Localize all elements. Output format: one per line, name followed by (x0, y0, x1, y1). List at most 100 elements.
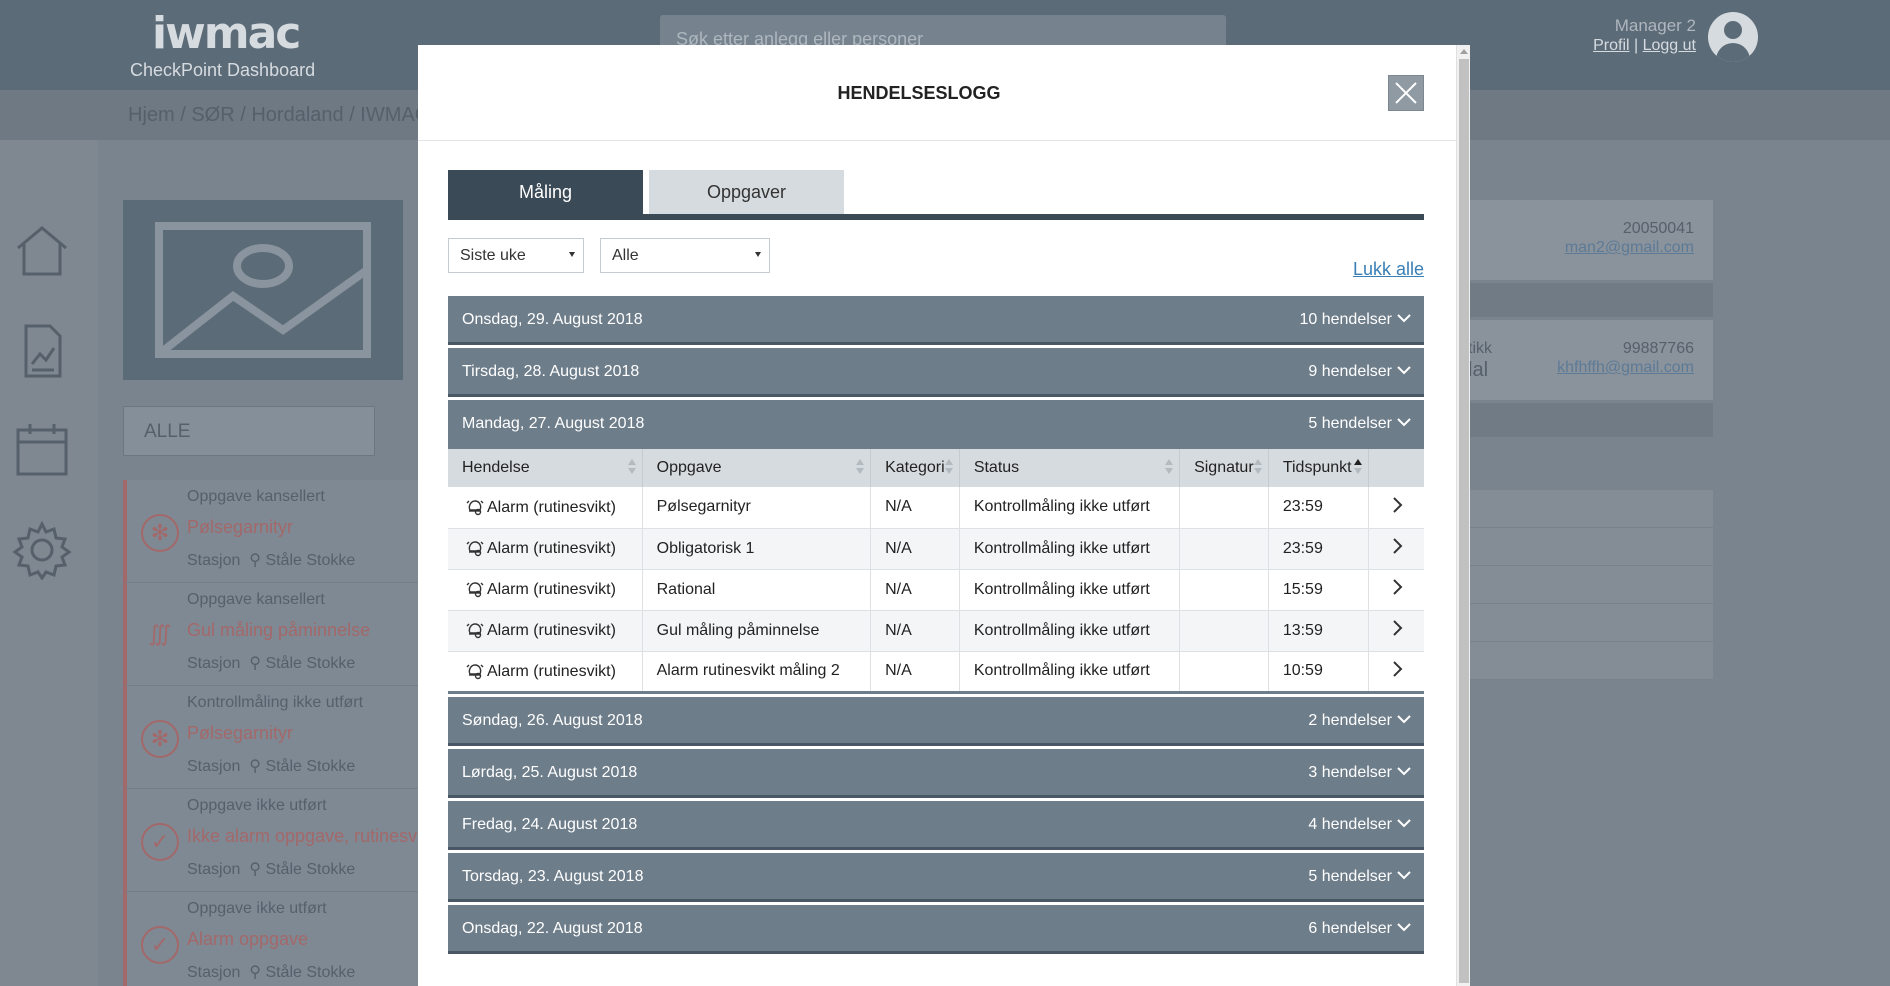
table-row[interactable]: Alarm (rutinesvikt) Pølsegarnityr N/A Ko… (448, 487, 1424, 529)
list-item[interactable]: ✓ Oppgave ikke utført Ikke alarm oppgave… (123, 789, 423, 892)
row-open-button[interactable] (1368, 528, 1424, 570)
task-filter-select[interactable]: ALLE (123, 406, 375, 456)
cell-signature (1179, 610, 1269, 652)
tab-maling[interactable]: Måling (448, 170, 643, 214)
cell-time: 23:59 (1268, 487, 1370, 529)
day-event-count: 9 hendelser (1308, 363, 1392, 380)
alarm-icon (466, 582, 484, 598)
sort-icon (1165, 459, 1174, 477)
table-header-row: Hendelse Oppgave Kategori Status Signatu… (448, 449, 1424, 487)
row-open-button[interactable] (1368, 610, 1424, 652)
column-header-tidspunkt[interactable]: Tidspunkt (1268, 449, 1370, 487)
contact-email-link[interactable]: khfhffh@gmail.com (1520, 359, 1694, 377)
row-open-button[interactable] (1368, 487, 1424, 529)
alarm-icon (466, 541, 484, 557)
user-name: Manager 2 (1614, 16, 1696, 35)
task-status: Oppgave ikke utført (187, 900, 327, 917)
logout-link[interactable]: Logg ut (1643, 37, 1696, 54)
list-item[interactable]: ✻ Kontrollmåling ikke utført Pølsegarnit… (123, 686, 423, 789)
task-title: Alarm oppgave (187, 929, 309, 949)
day-header[interactable]: Tirsdag, 28. August 2018 9 hendelser (448, 348, 1424, 397)
cell-signature (1179, 651, 1269, 693)
contact-email-link[interactable]: man2@gmail.com (1520, 239, 1694, 257)
heat-icon: ∭ (148, 621, 172, 646)
day-header[interactable]: Torsdag, 23. August 2018 5 hendelser (448, 852, 1424, 902)
column-header-signatur[interactable]: Signatur (1179, 449, 1269, 487)
report-icon[interactable] (12, 320, 72, 380)
section-band (1470, 403, 1713, 437)
user-links: Profil | Logg ut (1560, 37, 1696, 55)
chevron-right-icon (1392, 538, 1402, 554)
type-select[interactable]: Alle (600, 238, 770, 273)
cell-event: Alarm (rutinesvikt) (448, 651, 643, 693)
row-open-button[interactable] (1368, 651, 1424, 693)
day-label: Søndag, 26. August 2018 (462, 711, 643, 729)
cell-event: Alarm (rutinesvikt) (448, 569, 643, 611)
column-header-kategori[interactable]: Kategori (870, 449, 960, 487)
cell-category: N/A (870, 610, 960, 652)
list-item[interactable]: ✓ Oppgave ikke utført Alarm oppgave Stas… (123, 892, 423, 986)
day-header[interactable]: Onsdag, 22. August 2018 6 hendelser (448, 904, 1424, 954)
day-label: Onsdag, 22. August 2018 (462, 919, 643, 937)
day-header-expanded[interactable]: Mandag, 27. August 2018 5 hendelser (448, 400, 1424, 449)
table-row[interactable]: Alarm (rutinesvikt) Rational N/A Kontrol… (448, 569, 1424, 611)
cell-task: Gul måling påminnelse (642, 610, 872, 652)
cell-category: N/A (870, 651, 960, 693)
task-title: Pølsegarnityr (187, 723, 294, 743)
cell-time: 15:59 (1268, 569, 1370, 611)
period-select-value: Siste uke (460, 247, 526, 264)
image-placeholder-icon (123, 200, 403, 380)
event-log-modal: HENDELSESLOGG Måling Oppgaver Siste uke … (418, 45, 1470, 986)
column-header-hendelse[interactable]: Hendelse (448, 449, 643, 487)
cell-event: Alarm (rutinesvikt) (448, 528, 643, 570)
row-open-button[interactable] (1368, 569, 1424, 611)
list-item[interactable]: ∭ Oppgave kansellert Gul måling påminnel… (123, 583, 423, 686)
home-icon[interactable] (12, 220, 72, 280)
sort-icon (1253, 459, 1262, 477)
person-icon: ⚲ (249, 655, 261, 672)
chevron-down-icon (1397, 314, 1411, 323)
day-header[interactable]: Lørdag, 25. August 2018 3 hendelser (448, 748, 1424, 798)
list-item[interactable]: ✻ Oppgave kansellert Pølsegarnityr Stasj… (123, 480, 423, 583)
day-header[interactable]: Fredag, 24. August 2018 4 hendelser (448, 800, 1424, 850)
gear-icon[interactable] (12, 520, 72, 580)
cell-status: Kontrollmåling ikke utført (959, 569, 1181, 611)
column-header-oppgave[interactable]: Oppgave (642, 449, 872, 487)
tab-oppgaver[interactable]: Oppgaver (649, 170, 844, 214)
table-row[interactable]: Alarm (rutinesvikt) Obligatorisk 1 N/A K… (448, 528, 1424, 570)
close-icon (1395, 82, 1417, 104)
chevron-right-icon (1392, 497, 1402, 513)
table-row[interactable]: Alarm (rutinesvikt) Gul måling påminnels… (448, 610, 1424, 652)
period-select[interactable]: Siste uke (448, 238, 584, 273)
close-button[interactable] (1388, 75, 1424, 111)
task-meta: Stasjon ⚲ Ståle Stokke (187, 552, 356, 569)
cell-event: Alarm (rutinesvikt) (448, 487, 643, 529)
day-header[interactable]: Søndag, 26. August 2018 2 hendelser (448, 696, 1424, 746)
event-table: Hendelse Oppgave Kategori Status Signatu… (448, 449, 1424, 694)
day-label: Fredag, 24. August 2018 (462, 815, 638, 833)
day-event-count: 2 hendelser (1308, 711, 1392, 729)
day-label: Onsdag, 29. August 2018 (462, 311, 643, 328)
calendar-icon[interactable] (12, 420, 72, 480)
check-icon: ✓ (141, 823, 179, 861)
brand-logo: iwmac (152, 8, 301, 59)
cell-category: N/A (870, 528, 960, 570)
avatar-icon[interactable] (1708, 12, 1758, 62)
cell-signature (1179, 569, 1269, 611)
cell-task: Obligatorisk 1 (642, 528, 872, 570)
task-status: Kontrollmåling ikke utført (187, 694, 364, 711)
cell-status: Kontrollmåling ikke utført (959, 651, 1181, 693)
modal-scrollbar[interactable] (1456, 45, 1470, 986)
profile-link[interactable]: Profil (1593, 37, 1629, 54)
day-header[interactable]: Onsdag, 29. August 2018 10 hendelser (448, 296, 1424, 345)
column-header-status[interactable]: Status (959, 449, 1181, 487)
table-row[interactable]: Alarm (rutinesvikt) Alarm rutinesvikt må… (448, 651, 1424, 693)
chevron-right-icon (1392, 660, 1402, 677)
person-icon: ⚲ (249, 964, 261, 981)
close-all-link[interactable]: Lukk alle (1352, 259, 1424, 280)
type-select-value: Alle (612, 247, 639, 264)
task-list: ✻ Oppgave kansellert Pølsegarnityr Stasj… (123, 480, 423, 986)
contact-name-fragment: lal (1468, 359, 1489, 381)
column-header-action (1368, 449, 1424, 487)
person-icon: ⚲ (249, 861, 261, 878)
